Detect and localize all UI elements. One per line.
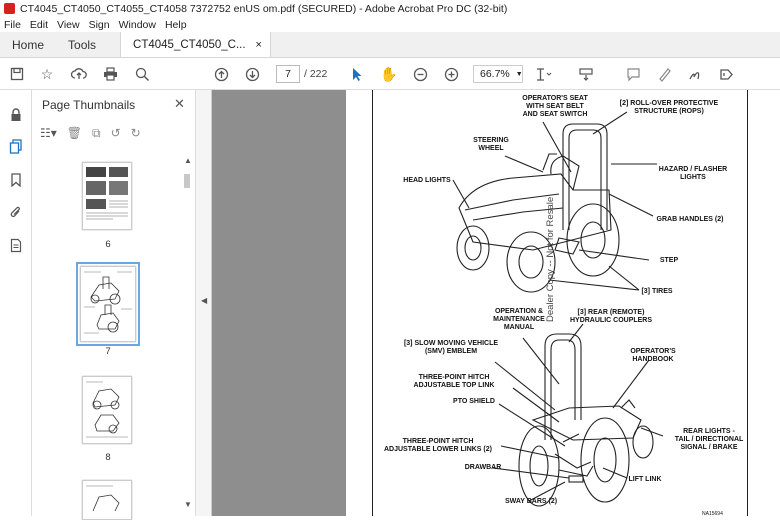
tab-home[interactable]: Home xyxy=(0,32,56,57)
delete-page-icon[interactable]: 🗑 xyxy=(67,126,82,142)
lock-icon[interactable] xyxy=(8,107,24,123)
tractor-figure: OPERATOR'S SEAT WITH SEAT BELT AND SEAT … xyxy=(372,90,748,516)
label-manual: OPERATION & MAINTENANCE MANUAL xyxy=(493,308,545,331)
page-down-icon[interactable] xyxy=(243,65,261,83)
page-thumbnail[interactable] xyxy=(82,480,132,520)
panel-collapse-handle[interactable]: ◀ xyxy=(196,90,212,516)
save-icon[interactable] xyxy=(8,65,26,83)
title-bar: CT4045_CT4050_CT4055_CT4058 7372752 enUS… xyxy=(0,0,780,17)
page-thumbnail[interactable] xyxy=(82,376,132,444)
toolbar: ☆ ✋ xyxy=(0,58,780,90)
collapse-left-icon: ◀ xyxy=(201,296,208,305)
label-grab-handles: GRAB HANDLES (2) xyxy=(656,216,724,223)
thumbnail-page-number: 7 xyxy=(105,346,111,357)
zoom-value: 66.7% xyxy=(480,68,510,80)
menu-view[interactable]: View xyxy=(57,19,80,31)
share-icon[interactable] xyxy=(717,65,735,83)
label-hydraulic-couplers: [3] REAR (REMOTE) HYDRAULIC COUPLERS xyxy=(569,309,653,324)
page-total: / 222 xyxy=(304,68,328,80)
upload-icon[interactable] xyxy=(70,65,88,83)
page-number-input[interactable]: 7 xyxy=(276,65,300,83)
label-drawbar: DRAWBAR xyxy=(464,464,502,471)
label-lift-link: LIFT LINK xyxy=(628,476,662,483)
label-sway-bars: SWAY BARS (2) xyxy=(504,498,558,505)
figure-code: NA15694 xyxy=(702,511,723,517)
panel-toolbar: ☷▾ 🗑 ⧉ ↺ ↻ xyxy=(40,126,141,142)
label-operators-handbook: OPERATOR'S HANDBOOK xyxy=(630,348,676,363)
scroll-mode-icon[interactable] xyxy=(577,65,595,83)
thumbnail-page-number: 8 xyxy=(105,452,111,463)
label-rops: [2] ROLL-OVER PROTECTIVE STRUCTURE (ROPS… xyxy=(619,100,719,115)
tab-document-label: CT4045_CT4050_C... xyxy=(133,38,246,51)
attachment-icon[interactable] xyxy=(8,204,24,220)
label-hazard-lights: HAZARD / FLASHER LIGHTS xyxy=(658,166,728,181)
label-smv-emblem: [3] SLOW MOVING VEHICLE (SMV) EMBLEM xyxy=(403,340,499,355)
label-steering-wheel: STEERING WHEEL xyxy=(473,137,509,152)
thumbnail-page-number: 6 xyxy=(105,239,111,250)
page-thumbnail[interactable] xyxy=(82,162,132,230)
select-cursor-icon[interactable] xyxy=(348,65,366,83)
print-icon[interactable] xyxy=(101,65,119,83)
pdf-page: OPERATOR'S SEAT WITH SEAT BELT AND SEAT … xyxy=(346,90,780,517)
extract-page-icon[interactable]: ⧉ xyxy=(92,126,101,142)
page-thumbnails-icon[interactable] xyxy=(8,138,24,154)
document-properties-icon[interactable] xyxy=(8,237,24,253)
left-rail xyxy=(0,90,32,516)
close-tab-icon[interactable]: × xyxy=(256,39,262,51)
label-pto-shield: PTO SHIELD xyxy=(453,398,495,405)
label-step: STEP xyxy=(659,257,679,264)
page-up-icon[interactable] xyxy=(212,65,230,83)
rotate-right-icon[interactable]: ↻ xyxy=(131,126,141,142)
tab-bar: Home Tools CT4045_CT4050_C... × xyxy=(0,32,780,58)
menu-edit[interactable]: Edit xyxy=(30,19,48,31)
document-viewer[interactable]: OPERATOR'S SEAT WITH SEAT BELT AND SEAT … xyxy=(212,90,780,517)
menu-window[interactable]: Window xyxy=(119,19,156,31)
label-head-lights: HEAD LIGHTS xyxy=(403,177,451,184)
chevron-down-icon: ▼ xyxy=(515,70,523,78)
watermark: Dealer Copy -- Not for Resale xyxy=(545,196,556,322)
bookmark-star-icon[interactable]: ☆ xyxy=(38,65,56,83)
zoom-dropdown[interactable]: 66.7% ▼ xyxy=(473,65,523,83)
hand-icon[interactable]: ✋ xyxy=(380,65,398,83)
comment-icon[interactable] xyxy=(624,65,642,83)
label-tires: [3] TIRES xyxy=(641,288,673,295)
label-rear-lights: REAR LIGHTS - TAIL / DIRECTIONAL SIGNAL … xyxy=(674,428,744,451)
scroll-up-icon[interactable]: ▲ xyxy=(184,156,192,165)
tab-document[interactable]: CT4045_CT4050_C... × xyxy=(120,32,271,57)
menu-file[interactable]: File xyxy=(4,19,21,31)
thumbnails-scrollbar[interactable] xyxy=(184,174,190,188)
page-thumbnail-selected[interactable] xyxy=(76,262,140,346)
bookmark-icon[interactable] xyxy=(8,172,24,188)
menu-help[interactable]: Help xyxy=(165,19,187,31)
highlight-icon[interactable] xyxy=(655,65,673,83)
scroll-down-icon[interactable]: ▼ xyxy=(184,500,192,509)
zoom-in-icon[interactable] xyxy=(442,65,460,83)
label-top-link: THREE-POINT HITCH ADJUSTABLE TOP LINK xyxy=(413,374,495,389)
zoom-out-icon[interactable] xyxy=(411,65,429,83)
label-operators-seat: OPERATOR'S SEAT WITH SEAT BELT AND SEAT … xyxy=(522,95,588,118)
fit-page-icon[interactable] xyxy=(535,65,553,83)
menu-bar: File Edit View Sign Window Help xyxy=(0,17,780,32)
label-lower-links: THREE-POINT HITCH ADJUSTABLE LOWER LINKS… xyxy=(384,438,492,453)
panel-title: Page Thumbnails xyxy=(42,98,136,112)
window-title: CT4045_CT4050_CT4055_CT4058 7372752 enUS… xyxy=(20,2,508,15)
acrobat-app-icon xyxy=(4,3,15,14)
sign-icon[interactable] xyxy=(686,65,704,83)
rotate-left-icon[interactable]: ↺ xyxy=(111,126,121,142)
search-zoom-icon[interactable] xyxy=(133,65,151,83)
close-panel-icon[interactable]: ✕ xyxy=(174,96,185,112)
tab-tools[interactable]: Tools xyxy=(56,32,108,57)
menu-sign[interactable]: Sign xyxy=(89,19,110,31)
thumbnail-options-icon[interactable]: ☷▾ xyxy=(40,126,57,142)
